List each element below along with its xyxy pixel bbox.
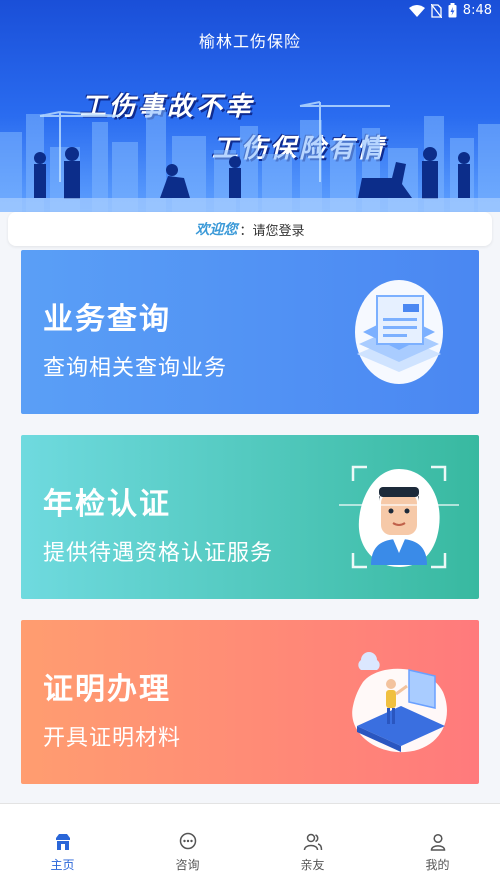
nav-label: 亲友 [300, 858, 325, 872]
chat-icon [179, 832, 196, 850]
card-subtitle: 提供待遇资格认证服务 [43, 541, 274, 566]
nav-label: 咨询 [175, 858, 200, 872]
nav-consult[interactable]: 咨询 [125, 804, 250, 890]
bottom-navigation: 主页 咨询 亲友 我的 [0, 803, 500, 890]
login-prompt[interactable]: 请您登录 [253, 220, 305, 239]
card-title: 年检认证 [43, 487, 171, 522]
card-subtitle: 开具证明材料 [43, 726, 182, 751]
card-title: 证明办理 [43, 672, 171, 707]
presenter-icon [352, 652, 447, 753]
card-subtitle: 查询相关查询业务 [43, 356, 228, 381]
no-sim-icon [430, 3, 442, 18]
nav-friends[interactable]: 亲友 [250, 804, 375, 890]
welcome-bar[interactable]: 欢迎您 ： 请您登录 [8, 212, 492, 246]
nav-mine[interactable]: 我的 [375, 804, 500, 890]
header-banner: 8:48 榆林工伤保险 工伤事故不幸 工伤保险有情 [0, 0, 500, 212]
welcome-greeting: 欢迎您 [195, 222, 238, 238]
document-stack-icon [355, 280, 443, 384]
app-title: 榆林工伤保险 [198, 32, 301, 51]
nav-home[interactable]: 主页 [0, 804, 125, 890]
battery-icon [448, 3, 457, 18]
face-scan-icon [339, 465, 459, 569]
home-icon [55, 834, 70, 850]
user-icon [430, 833, 445, 851]
status-bar: 8:48 [0, 0, 500, 22]
wifi-icon [408, 4, 425, 17]
friends-icon [303, 833, 322, 851]
annual-certification-card[interactable]: 年检认证 提供待遇资格认证服务 [21, 435, 479, 599]
status-time: 8:48 [462, 3, 492, 18]
nav-label: 主页 [50, 858, 75, 872]
welcome-separator: ： [239, 223, 253, 239]
card-title: 业务查询 [43, 302, 171, 337]
certificate-issuance-card[interactable]: 证明办理 开具证明材料 [21, 620, 479, 784]
business-query-card[interactable]: 业务查询 查询相关查询业务 [21, 250, 479, 414]
nav-label: 我的 [425, 858, 450, 872]
city-skyline-illustration [0, 101, 500, 212]
